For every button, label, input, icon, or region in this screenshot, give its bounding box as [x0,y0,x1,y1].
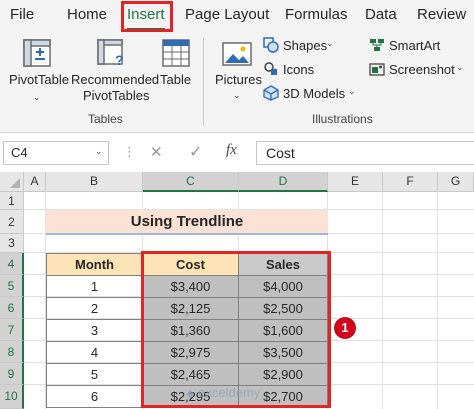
pivot-table-icon[interactable] [22,38,52,68]
row-header-7[interactable]: 7 [0,319,24,341]
svg-text:?: ? [115,52,124,68]
column-header-f[interactable]: F [383,172,438,192]
screenshot-dropdown[interactable]: ⌄ [456,62,464,73]
column-header-a[interactable]: A [24,172,46,192]
row-header-6[interactable]: 6 [0,297,24,319]
name-box-dropdown-icon[interactable]: ⌄ [95,146,103,157]
watermark: ◆ exceldemy [186,385,260,400]
name-box[interactable]: C4 [3,141,109,165]
3d-models-icon[interactable] [263,85,279,101]
row-header-10[interactable]: 10 [0,385,24,409]
column-header-d[interactable]: D [239,172,328,192]
shapes-label[interactable]: Shapes [283,38,327,53]
tables-group-label: Tables [88,112,123,126]
row-header-5[interactable]: 5 [0,275,24,297]
insert-tab-highlight [121,1,173,32]
column-header-g[interactable]: G [438,172,474,192]
recommended-pivot-icon[interactable]: ? [96,38,126,68]
month-cell[interactable]: 3 [47,320,143,342]
smartart-icon[interactable] [369,37,385,53]
pivot-table-label[interactable]: PivotTable [9,72,69,87]
month-cell[interactable]: 4 [47,342,143,364]
sheet-title-cell[interactable]: Using Trendline [46,210,328,234]
shapes-icon[interactable] [263,37,279,53]
column-header-c[interactable]: C [143,172,239,192]
formula-input-value: Cost [266,145,295,161]
3d-models-dropdown[interactable]: ⌄ [348,86,356,97]
pictures-dropdown[interactable]: ⌄ [233,90,241,101]
screenshot-icon[interactable] [369,61,385,77]
row-header-1[interactable]: 1 [0,192,24,210]
3d-models-label[interactable]: 3D Models [283,86,345,101]
row-header-3[interactable]: 3 [0,234,24,253]
select-all-corner[interactable] [0,172,24,192]
watermark-text: exceldemy [198,385,261,400]
screenshot-label[interactable]: Screenshot [389,62,455,77]
row-header-2[interactable]: 2 [0,210,24,234]
formula-bar: C4 ⌄ ⋮ ✕ ✓ fx Cost [0,138,474,170]
smartart-label[interactable]: SmartArt [389,38,440,53]
table-icon[interactable] [161,38,191,68]
name-box-value: C4 [11,145,28,160]
month-cell[interactable]: 6 [47,386,143,408]
pictures-label[interactable]: Pictures [215,72,262,87]
formula-bar-grip-icon[interactable]: ⋮ [123,144,137,160]
enter-icon[interactable]: ✓ [189,142,202,162]
recommended-pivot-label-2[interactable]: PivotTables [83,88,149,103]
illustrations-group-label: Illustrations [312,112,373,126]
tab-home[interactable]: Home [67,6,107,23]
insert-function-icon[interactable]: fx [226,142,237,159]
step-badge-1: 1 [334,317,356,339]
row-header-4[interactable]: 4 [0,253,24,275]
header-month[interactable]: Month [47,254,143,276]
recommended-pivot-label-1[interactable]: Recommended [71,72,159,87]
ribbon-tab-bar: File Home Insert Page Layout Formulas Da… [0,0,474,32]
watermark-logo-icon: ◆ [186,388,195,400]
month-cell[interactable]: 1 [47,276,143,298]
gridline [437,192,438,409]
shapes-dropdown[interactable]: ⌄ [326,38,334,49]
title-underline [46,233,328,235]
formula-input[interactable]: Cost [256,141,474,165]
pivot-table-dropdown[interactable]: ⌄ [33,92,41,103]
row-header-9[interactable]: 9 [0,363,24,385]
tab-data[interactable]: Data [365,6,397,23]
icons-label[interactable]: Icons [283,62,314,77]
month-cell[interactable]: 5 [47,364,143,386]
table-label[interactable]: Table [160,72,191,87]
tab-review[interactable]: Review [417,6,466,23]
pictures-icon[interactable] [222,42,252,68]
month-cell[interactable]: 2 [47,298,143,320]
ribbon-divider [203,38,204,126]
row-header-8[interactable]: 8 [0,341,24,363]
tab-file[interactable]: File [10,6,34,23]
column-header-e[interactable]: E [328,172,383,192]
ribbon-insert-panel: PivotTable ⌄ ? Recommended PivotTables T… [0,32,474,133]
column-header-b[interactable]: B [46,172,143,192]
icons-icon[interactable] [263,61,279,77]
tab-formulas[interactable]: Formulas [285,6,348,23]
cancel-icon[interactable]: ✕ [150,143,163,161]
gridline [382,192,383,409]
tab-page-layout[interactable]: Page Layout [185,6,269,23]
